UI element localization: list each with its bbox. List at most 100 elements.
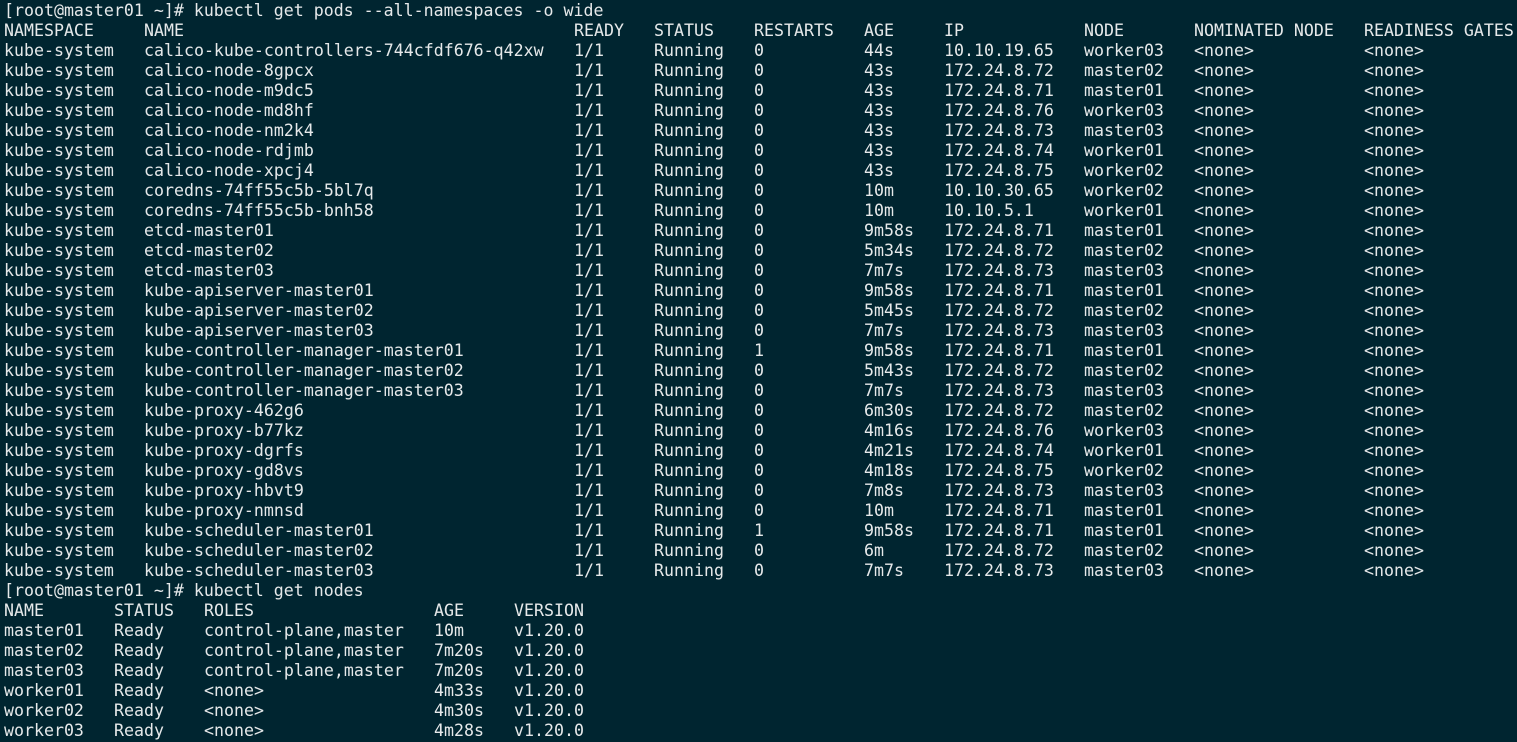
column-header: RESTARTS xyxy=(754,21,834,40)
table-cell: 172.24.8.75 xyxy=(944,161,1054,180)
table-cell: kube-scheduler-master03 xyxy=(144,561,374,580)
table-row: kube-system etcd-master02 1/1 Running 0 5m34s… xyxy=(4,241,1517,261)
table-cell: etcd-master02 xyxy=(144,241,274,260)
table-cell: 172.24.8.72 xyxy=(944,301,1054,320)
table-cell: 43s xyxy=(864,81,894,100)
table-cell: Running xyxy=(654,321,724,340)
table-cell: kube-controller-manager-master03 xyxy=(144,381,464,400)
table-cell: worker03 xyxy=(1084,101,1164,120)
table-cell: 10.10.30.65 xyxy=(944,181,1054,200)
table-row: kube-system kube-scheduler-master02 1/1 Run… xyxy=(4,541,1517,561)
table-cell: Running xyxy=(654,281,724,300)
table-cell: <none> xyxy=(1364,121,1424,140)
table-cell: worker02 xyxy=(1084,181,1164,200)
table-cell: 172.24.8.74 xyxy=(944,141,1054,160)
table-cell: 0 xyxy=(754,401,764,420)
table-cell: 7m7s xyxy=(864,261,904,280)
table-cell: etcd-master01 xyxy=(144,221,274,240)
table-cell: <none> xyxy=(1364,41,1424,60)
table-cell: worker02 xyxy=(1084,461,1164,480)
table-cell: kube-controller-manager-master02 xyxy=(144,361,464,380)
table-row: kube-system calico-node-m9dc5 1/1 Running 0 4… xyxy=(4,81,1517,101)
table-cell: <none> xyxy=(1194,281,1254,300)
table-cell: 0 xyxy=(754,361,764,380)
table-cell: Running xyxy=(654,221,724,240)
table-cell: Running xyxy=(654,521,724,540)
table-cell: <none> xyxy=(1364,321,1424,340)
column-header: STATUS xyxy=(114,601,174,620)
table-cell: kube-proxy-gd8vs xyxy=(144,461,304,480)
table-cell: <none> xyxy=(1194,141,1254,160)
table-cell: 1/1 xyxy=(574,541,604,560)
column-header: AGE xyxy=(434,601,464,620)
table-cell: worker02 xyxy=(4,701,84,720)
table-row: kube-system kube-proxy-b77kz 1/1 Running 0 4m… xyxy=(4,421,1517,441)
table-cell: 43s xyxy=(864,101,894,120)
table-cell: 172.24.8.71 xyxy=(944,341,1054,360)
table-cell: 172.24.8.72 xyxy=(944,541,1054,560)
terminal-window[interactable]: [root@master01 ~]# kubectl get pods --al… xyxy=(0,0,1517,741)
table-cell: 10m xyxy=(864,201,894,220)
column-header: VERSION xyxy=(514,601,584,620)
table-row: kube-system calico-node-md8hf 1/1 Running 0 4… xyxy=(4,101,1517,121)
table-cell: Running xyxy=(654,261,724,280)
table-cell: <none> xyxy=(1194,481,1254,500)
table-cell: kube-system xyxy=(4,441,114,460)
table-cell: 1/1 xyxy=(574,201,604,220)
table-cell: 0 xyxy=(754,441,764,460)
table-row: master02 Ready control-plane,master 7m20s v1… xyxy=(4,641,1517,661)
table-cell: 172.24.8.73 xyxy=(944,121,1054,140)
table-cell: Running xyxy=(654,241,724,260)
table-cell: 0 xyxy=(754,461,764,480)
table-cell: control-plane,master xyxy=(204,661,404,680)
table-cell: 1/1 xyxy=(574,261,604,280)
table-cell: <none> xyxy=(1194,101,1254,120)
table-cell: 1/1 xyxy=(574,381,604,400)
table-cell: <none> xyxy=(1364,241,1424,260)
table-cell: 0 xyxy=(754,381,764,400)
table-cell: 172.24.8.73 xyxy=(944,321,1054,340)
table-cell: master03 xyxy=(1084,121,1164,140)
table-cell: Running xyxy=(654,401,724,420)
table-cell: <none> xyxy=(1194,321,1254,340)
table-cell: kube-proxy-hbvt9 xyxy=(144,481,304,500)
table-cell: <none> xyxy=(1194,301,1254,320)
table-cell: kube-system xyxy=(4,501,114,520)
table-cell: 43s xyxy=(864,61,894,80)
table-cell: 10m xyxy=(864,181,894,200)
table-cell: worker01 xyxy=(1084,441,1164,460)
table-cell: 0 xyxy=(754,201,764,220)
table-cell: 0 xyxy=(754,121,764,140)
table-cell: 1 xyxy=(754,341,764,360)
table-cell: <none> xyxy=(1194,41,1254,60)
table-cell: 172.24.8.73 xyxy=(944,381,1054,400)
table-cell: master02 xyxy=(1084,361,1164,380)
table-cell: kube-apiserver-master01 xyxy=(144,281,374,300)
table-cell: kube-system xyxy=(4,81,114,100)
table-cell: 1/1 xyxy=(574,481,604,500)
table-cell: 43s xyxy=(864,161,894,180)
table-row: kube-system kube-controller-manager-maste… xyxy=(4,361,1517,381)
table-cell: <none> xyxy=(1194,521,1254,540)
command-text: kubectl get pods --all-namespaces -o wid… xyxy=(193,1,604,20)
table-cell: 9m58s xyxy=(864,341,914,360)
table-cell: kube-system xyxy=(4,361,114,380)
table-cell: master03 xyxy=(1084,321,1164,340)
table-cell: calico-kube-controllers-744cfdf676-q42xw xyxy=(144,41,544,60)
table-cell: 0 xyxy=(754,541,764,560)
table-cell: coredns-74ff55c5b-5bl7q xyxy=(144,181,374,200)
table-cell: 0 xyxy=(754,101,764,120)
table-cell: 0 xyxy=(754,561,764,580)
table-cell: kube-proxy-dgrfs xyxy=(144,441,304,460)
table-cell: <none> xyxy=(1364,161,1424,180)
table-cell: v1.20.0 xyxy=(514,681,584,700)
table-cell: Running xyxy=(654,121,724,140)
table-cell: <none> xyxy=(1194,121,1254,140)
table-cell: <none> xyxy=(1364,281,1424,300)
table-cell: 1/1 xyxy=(574,221,604,240)
table-cell: <none> xyxy=(1364,101,1424,120)
table-cell: kube-system xyxy=(4,461,114,480)
table-cell: <none> xyxy=(1364,141,1424,160)
table-cell: 0 xyxy=(754,81,764,100)
table-cell: kube-system xyxy=(4,541,114,560)
